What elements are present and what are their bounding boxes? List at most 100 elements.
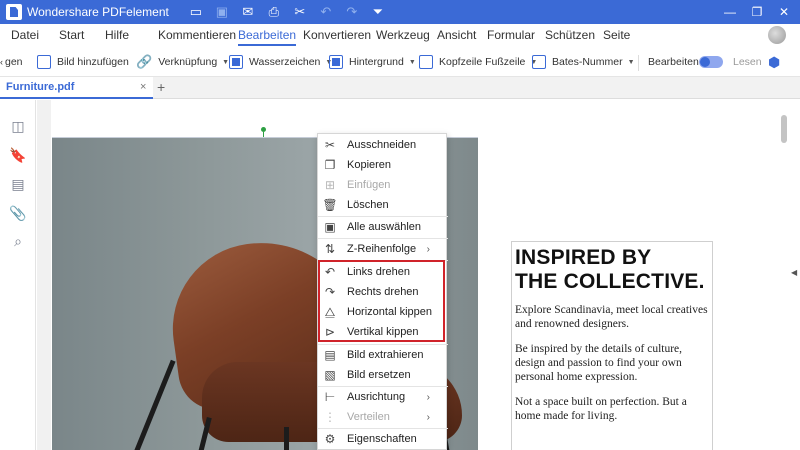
search-icon[interactable]: ⌕ (9, 232, 27, 250)
bates-number-label: Bates-Nummer (552, 56, 623, 68)
close-icon[interactable]: × (140, 81, 146, 93)
paragraph-1: Explore Scandinavia, meet local creative… (515, 304, 708, 330)
menu-hilfe[interactable]: Hilfe (105, 28, 129, 42)
read-mode-label[interactable]: Lesen (733, 53, 762, 71)
menu-datei[interactable]: Datei (11, 28, 39, 42)
bates-number-button[interactable]: Bates-Nummer ▼ (532, 53, 635, 71)
menu-item-delete[interactable]: 🗑 Löschen (318, 195, 448, 215)
distribute-icon: ⋮ (324, 410, 336, 424)
background-button[interactable]: Hintergrund ▼ (329, 53, 416, 71)
caret-down-icon: ▼ (408, 58, 416, 66)
menu-seite[interactable]: Seite (603, 28, 630, 42)
tab-title: Furniture.pdf (6, 81, 75, 93)
quick-access-dropdown-icon[interactable]: ⏷ (365, 0, 391, 24)
chevron-right-icon: › (426, 243, 430, 255)
paragraph-2: Be inspired by the details of culture, d… (515, 343, 683, 383)
watermark-button[interactable]: Wasserzeichen ▼ (229, 53, 332, 71)
paste-icon: ⊞ (324, 178, 336, 192)
comment-icon[interactable]: ▤ (9, 175, 27, 193)
toolbar-scroll-left[interactable]: ‹ gen (0, 53, 23, 71)
menu-item-label: Ausrichtung (347, 391, 406, 403)
document-tab-bar: Furniture.pdf × + (0, 77, 800, 99)
header-footer-button[interactable]: Kopfzeile Fußzeile ▼ (419, 53, 537, 71)
toolbar-divider (638, 55, 639, 71)
paragraph-3: Not a space built on perfection. But a h… (515, 396, 687, 422)
menu-item-select-all[interactable]: ▣ Alle auswählen (318, 217, 448, 237)
menu-item-z-order[interactable]: ⇅ Z-Reihenfolge › (318, 239, 448, 259)
minimize-icon[interactable]: — (718, 0, 742, 24)
menu-item-align[interactable]: ⊢ Ausrichtung › (318, 387, 448, 407)
menu-item-cut[interactable]: ✂ Ausschneiden (318, 135, 448, 155)
scissors-icon: ✂ (324, 138, 336, 152)
menu-item-label: Bild ersetzen (347, 369, 411, 381)
menu-werkzeug[interactable]: Werkzeug (376, 28, 430, 42)
redo-icon[interactable]: ↷ (339, 0, 365, 24)
caret-down-icon: ▼ (627, 58, 635, 66)
header-footer-icon (419, 55, 433, 69)
expand-right-panel-icon[interactable]: ◀ (791, 268, 797, 277)
edit-mode-label[interactable]: Bearbeiten (648, 53, 699, 71)
menu-kommentieren[interactable]: Kommentieren (158, 28, 236, 42)
menu-bar: Datei Start Hilfe Kommentieren Bearbeite… (0, 24, 800, 47)
menu-item-replace-image[interactable]: ▧ Bild ersetzen (318, 365, 448, 385)
background-icon (329, 55, 343, 69)
menu-item-properties[interactable]: ⚙ Eigenschaften (318, 429, 448, 449)
restore-icon[interactable]: ❐ (745, 0, 769, 24)
add-image-label: Bild hinzufügen (57, 56, 129, 68)
replace-image-icon: ▧ (324, 368, 336, 382)
attachment-icon[interactable]: 📎 (9, 204, 27, 222)
menu-item-distribute[interactable]: ⋮ Verteilen › (318, 407, 448, 427)
avatar[interactable] (768, 26, 786, 44)
settings-gear-icon[interactable]: ⬢ (768, 53, 780, 71)
background-label: Hintergrund (349, 56, 404, 68)
scissors-icon[interactable]: ✂ (287, 0, 313, 24)
left-sidebar: ◫ 🔖 ▤ 📎 ⌕ (0, 100, 36, 450)
gear-icon: ⚙ (324, 432, 336, 446)
save-icon[interactable]: ▣ (209, 0, 235, 24)
watermark-icon (229, 55, 243, 69)
new-tab-icon[interactable]: + (157, 79, 165, 95)
chevron-right-icon: › (426, 411, 430, 423)
rotate-handle-stem (263, 132, 264, 137)
menu-item-paste[interactable]: ⊞ Einfügen (318, 175, 448, 195)
title-bar: Wondershare PDFelement ▭ ▣ ✉ ⎙ ✂ ↶ ↷ ⏷ —… (0, 0, 800, 24)
menu-schuetzen[interactable]: Schützen (545, 28, 595, 42)
page-heading-line-2: THE COLLECTIVE. (515, 270, 705, 293)
edit-mode-text: Bearbeiten (648, 56, 699, 68)
bookmark-icon[interactable]: 🔖 (9, 146, 27, 164)
page-heading-line-1: INSPIRED BY (515, 246, 652, 269)
undo-icon[interactable]: ↶ (313, 0, 339, 24)
menu-item-label: Alle auswählen (347, 221, 421, 233)
mail-icon[interactable]: ✉ (235, 0, 261, 24)
menu-ansicht[interactable]: Ansicht (437, 28, 476, 42)
tab-furniture-pdf[interactable]: Furniture.pdf (0, 77, 153, 99)
bates-number-icon (532, 55, 546, 69)
menu-formular[interactable]: Formular (487, 28, 535, 42)
close-icon[interactable]: ✕ (772, 0, 796, 24)
print-icon[interactable]: ⎙ (261, 0, 287, 24)
scrollbar-thumb[interactable] (781, 115, 787, 143)
menu-item-copy[interactable]: ❐ Kopieren (318, 155, 448, 175)
menu-item-label: Ausschneiden (347, 139, 417, 151)
thumbnails-icon[interactable]: ◫ (9, 117, 27, 135)
z-order-icon: ⇅ (324, 242, 336, 256)
link-button[interactable]: 🔗 Verknüpfung ▼ (136, 53, 229, 71)
app-logo-icon (6, 4, 22, 20)
edit-read-toggle[interactable] (699, 56, 723, 68)
rotate-flip-highlight (318, 260, 445, 342)
menu-item-label: Z-Reihenfolge (347, 243, 417, 255)
chair-leg (284, 427, 289, 450)
read-mode-text: Lesen (733, 56, 762, 68)
add-image-button[interactable]: Bild hinzufügen (37, 53, 129, 71)
extract-image-icon: ▤ (324, 348, 336, 362)
menu-start[interactable]: Start (59, 28, 84, 42)
menu-bearbeiten[interactable]: Bearbeiten (238, 28, 297, 46)
edit-toolbar: ‹ gen Bild hinzufügen 🔗 Verknüpfung ▼ Wa… (0, 47, 800, 77)
menu-konvertieren[interactable]: Konvertieren (303, 28, 371, 42)
header-footer-label: Kopfzeile Fußzeile (439, 56, 526, 68)
text-frame[interactable]: INSPIRED BY THE COLLECTIVE. Explore Scan… (511, 241, 713, 450)
menu-item-extract-image[interactable]: ▤ Bild extrahieren (318, 345, 448, 365)
copy-icon: ❐ (324, 158, 336, 172)
menu-item-label: Kopieren (347, 159, 392, 171)
folder-icon[interactable]: ▭ (183, 0, 209, 24)
